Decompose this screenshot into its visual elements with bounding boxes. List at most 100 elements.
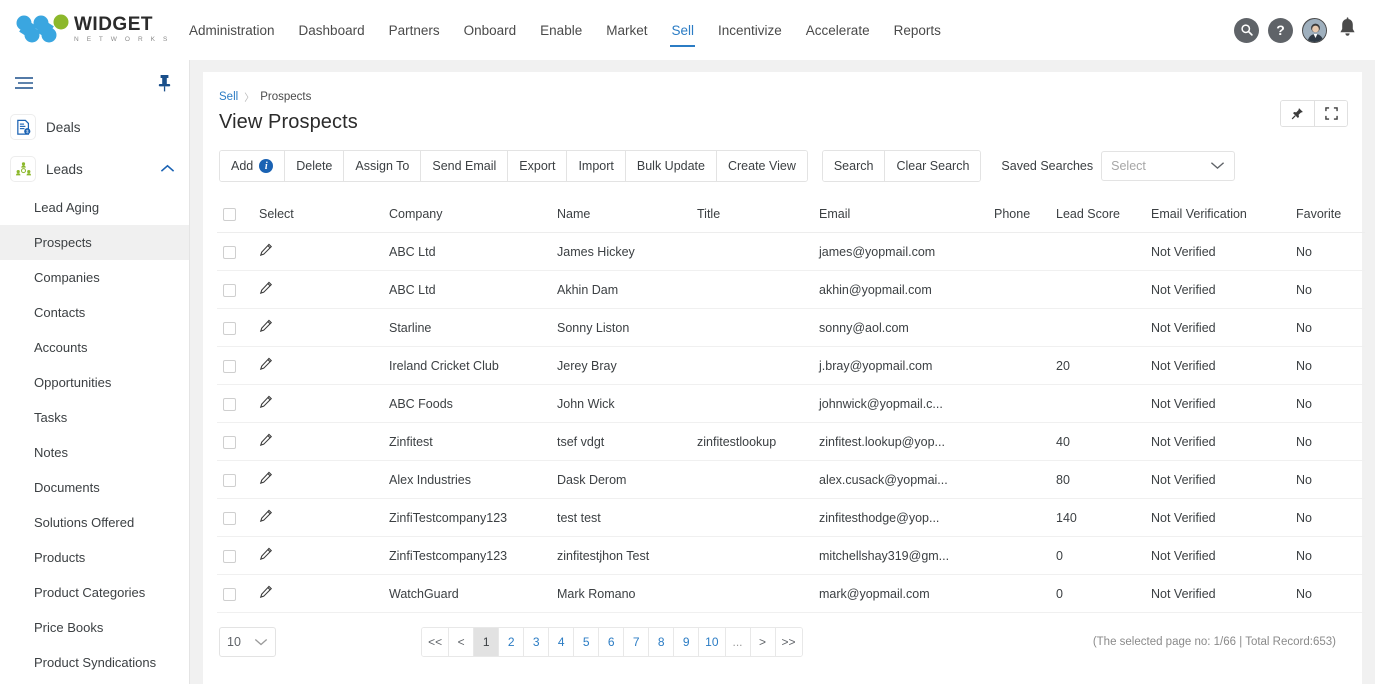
sidebar-item-price-books[interactable]: Price Books [0, 610, 189, 645]
cell-email[interactable]: j.bray@yopmail.com [813, 346, 988, 386]
nav-link-enable[interactable]: Enable [528, 3, 594, 57]
pagination-item-8[interactable]: 8 [648, 628, 674, 657]
cell-email[interactable]: zinfitesthodge@yop... [813, 498, 988, 538]
pagination-item->>[interactable]: >> [774, 628, 802, 657]
cell-email[interactable]: akhin@yopmail.com [813, 270, 988, 310]
menu-toggle-icon[interactable] [14, 76, 36, 95]
pagination-item-2[interactable]: 2 [498, 628, 524, 657]
row-checkbox[interactable] [223, 359, 236, 373]
th-lead-score[interactable]: Lead Score [1050, 198, 1145, 234]
cell-name[interactable]: Dask Derom [551, 460, 691, 500]
row-checkbox[interactable] [223, 283, 236, 297]
edit-icon[interactable] [259, 243, 273, 260]
cell-name[interactable]: test test [551, 498, 691, 538]
nav-link-onboard[interactable]: Onboard [452, 3, 529, 57]
search-icon[interactable] [1234, 17, 1259, 43]
nav-link-incentivize[interactable]: Incentivize [706, 3, 794, 57]
cell-name[interactable]: Sonny Liston [551, 308, 691, 348]
delete-button[interactable]: Delete [284, 151, 344, 181]
edit-icon[interactable] [259, 433, 273, 450]
edit-icon[interactable] [259, 281, 273, 298]
sidebar-item-products[interactable]: Products [0, 540, 189, 575]
brand-logo[interactable]: WIDGET N E T W O R K S [0, 13, 175, 47]
sidebar-group-deals[interactable]: $ Deals [0, 106, 189, 148]
sidebar-item-lead-aging[interactable]: Lead Aging [0, 190, 189, 225]
nav-link-dashboard[interactable]: Dashboard [287, 3, 377, 57]
pagination-item-4[interactable]: 4 [548, 628, 574, 657]
row-checkbox[interactable] [223, 397, 236, 411]
sidebar-item-notes[interactable]: Notes [0, 435, 189, 470]
export-button[interactable]: Export [507, 151, 567, 181]
sidebar-item-product-categories[interactable]: Product Categories [0, 575, 189, 610]
search-button[interactable]: Search [822, 151, 885, 181]
sidebar-item-opportunities[interactable]: Opportunities [0, 365, 189, 400]
th-favorite[interactable]: Favorite [1290, 198, 1365, 234]
sidebar-item-tasks[interactable]: Tasks [0, 400, 189, 435]
th-email-verification[interactable]: Email Verification [1145, 198, 1290, 234]
chevron-up-icon[interactable] [160, 160, 175, 178]
edit-icon[interactable] [259, 395, 273, 412]
breadcrumb-parent[interactable]: Sell [219, 91, 238, 103]
page-size-select[interactable]: 10 [219, 627, 276, 658]
import-button[interactable]: Import [566, 151, 625, 181]
edit-icon[interactable] [259, 357, 273, 374]
edit-icon[interactable] [259, 319, 273, 336]
nav-link-reports[interactable]: Reports [882, 3, 953, 57]
clear-search-button[interactable]: Clear Search [884, 151, 981, 181]
saved-searches-select[interactable]: Select [1101, 151, 1236, 181]
cell-name[interactable]: John Wick [551, 384, 691, 424]
row-checkbox[interactable] [223, 511, 236, 525]
pagination-item-7[interactable]: 7 [623, 628, 649, 657]
cell-email[interactable]: alex.cusack@yopmai... [813, 460, 988, 500]
create-view-button[interactable]: Create View [715, 151, 807, 181]
th-name[interactable]: Name [551, 198, 691, 234]
sidebar-item-solutions-offered[interactable]: Solutions Offered [0, 505, 189, 540]
sidebar-item-companies[interactable]: Companies [0, 260, 189, 295]
row-checkbox[interactable] [223, 549, 236, 563]
th-phone[interactable]: Phone [988, 198, 1050, 234]
pagination-item-9[interactable]: 9 [673, 628, 699, 657]
row-checkbox[interactable] [223, 473, 236, 487]
pagination-item-10[interactable]: 10 [698, 628, 725, 657]
cell-email[interactable]: zinfitest.lookup@yop... [813, 422, 988, 462]
pin-icon[interactable] [1281, 101, 1314, 126]
cell-name[interactable]: zinfitestjhon Test [551, 536, 691, 576]
edit-icon[interactable] [259, 471, 273, 488]
pagination-item-3[interactable]: 3 [523, 628, 549, 657]
sidebar-item-prospects[interactable]: Prospects [0, 225, 189, 260]
sidebar-item-product-syndications[interactable]: Product Syndications [0, 645, 189, 680]
avatar[interactable] [1302, 17, 1327, 43]
info-icon[interactable]: i [259, 159, 274, 173]
pagination-item-<<[interactable]: << [422, 628, 449, 657]
pagination-item-<[interactable]: < [448, 628, 474, 657]
cell-name[interactable]: Akhin Dam [551, 270, 691, 310]
cell-email[interactable]: sonny@aol.com [813, 308, 988, 348]
fullscreen-icon[interactable] [1314, 101, 1347, 126]
nav-link-partners[interactable]: Partners [377, 3, 452, 57]
cell-name[interactable]: Mark Romano [551, 574, 691, 614]
th-title[interactable]: Title [691, 198, 813, 234]
edit-icon[interactable] [259, 585, 273, 602]
bulk-update-button[interactable]: Bulk Update [624, 151, 716, 181]
cell-name[interactable]: tsef vdgt [551, 422, 691, 462]
pin-sidebar-icon[interactable] [158, 74, 171, 97]
edit-icon[interactable] [259, 509, 273, 526]
sidebar-group-leads[interactable]: Leads [0, 148, 189, 190]
row-checkbox[interactable] [223, 435, 236, 449]
row-checkbox[interactable] [223, 587, 236, 601]
pagination-item-5[interactable]: 5 [573, 628, 599, 657]
assign-to-button[interactable]: Assign To [343, 151, 421, 181]
help-icon[interactable]: ? [1268, 17, 1293, 43]
row-checkbox[interactable] [223, 245, 236, 259]
pagination-item->[interactable]: > [749, 628, 775, 657]
sidebar-item-accounts[interactable]: Accounts [0, 330, 189, 365]
pagination-item-1[interactable]: 1 [473, 628, 499, 657]
th-email[interactable]: Email [813, 198, 988, 234]
cell-name[interactable]: James Hickey [551, 232, 691, 272]
nav-link-market[interactable]: Market [594, 3, 659, 57]
sidebar-item-documents[interactable]: Documents [0, 470, 189, 505]
notification-bell-icon[interactable] [1338, 17, 1357, 43]
send-email-button[interactable]: Send Email [420, 151, 508, 181]
nav-link-accelerate[interactable]: Accelerate [794, 3, 882, 57]
add-button[interactable]: Add i [220, 151, 285, 181]
